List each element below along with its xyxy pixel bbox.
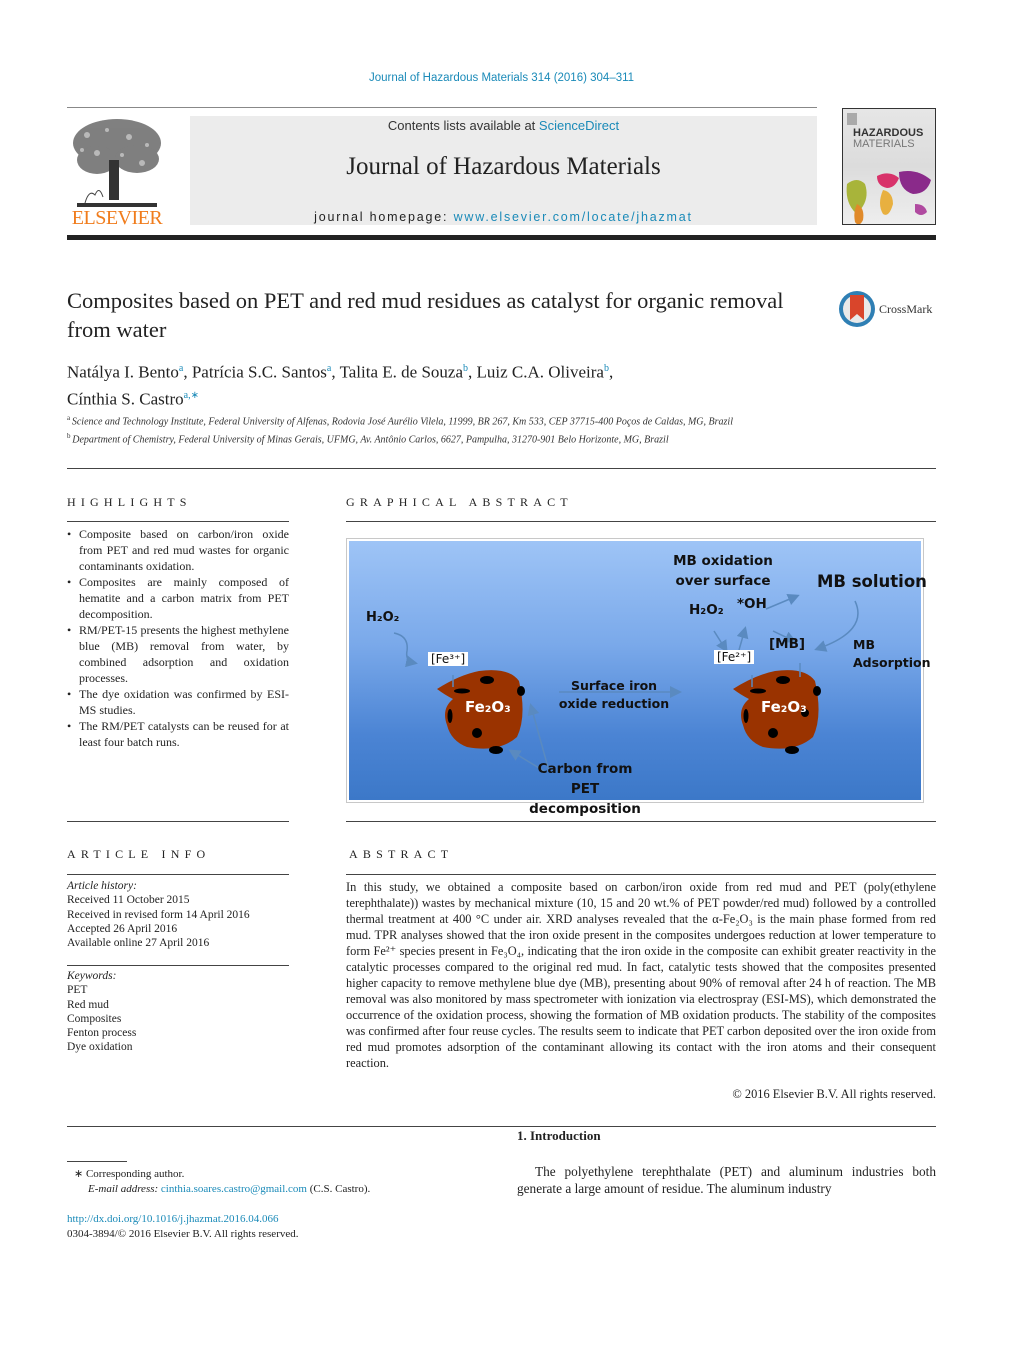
journal-homepage: journal homepage: www.elsevier.com/locat… xyxy=(314,210,693,224)
affiliation-b: b Department of Chemistry, Federal Unive… xyxy=(67,432,669,446)
doi-block: http://dx.doi.org/10.1016/j.jhazmat.2016… xyxy=(67,1212,299,1242)
header-thick-rule xyxy=(67,235,936,240)
ga-label-mb-adsorption: MB Adsorption xyxy=(853,637,931,670)
abstract-text: In this study, we obtained a composite b… xyxy=(346,880,936,1070)
abstract-rule xyxy=(346,874,936,875)
history-entry: Received 11 October 2015 xyxy=(67,894,190,907)
contents-line: Contents lists available at ScienceDirec… xyxy=(387,118,620,133)
author-email-link[interactable]: cinthia.soares.castro@gmail.com xyxy=(161,1183,307,1195)
introduction-text: The polyethylene terephthalate (PET) and… xyxy=(517,1164,936,1196)
history-entry: Available online 27 April 2016 xyxy=(67,937,210,950)
author-name[interactable]: Natálya I. Bento xyxy=(67,363,179,382)
ga-label-fe2o3-right: Fe₂O₃ xyxy=(761,698,807,716)
email-label: E-mail address: xyxy=(88,1183,161,1195)
highlight-item: Composites are mainly composed of hemati… xyxy=(67,574,289,622)
keyword-item[interactable]: Red mud xyxy=(67,998,289,1012)
introduction-heading: 1. Introduction xyxy=(517,1128,601,1143)
ga-label-carbon-pet: Carbon from PET decomposition xyxy=(529,761,641,817)
elsevier-logo[interactable]: ELSEVIER xyxy=(67,115,167,229)
ga-label-surface-reduction: Surface iron oxide reduction xyxy=(558,678,670,711)
keyword-item[interactable]: PET xyxy=(67,983,289,997)
author-affiliation-marker[interactable]: a xyxy=(327,363,331,374)
author-name[interactable]: Patrícia S.C. Santos xyxy=(192,363,327,382)
author-affiliation-marker[interactable]: a,∗ xyxy=(184,390,199,401)
ga-label-fe2o3-left: Fe₂O₃ xyxy=(465,698,511,716)
author-affiliation-marker[interactable]: a xyxy=(179,363,183,374)
highlight-item: RM/PET-15 presents the highest methylene… xyxy=(67,622,289,686)
journal-homepage-link[interactable]: www.elsevier.com/locate/jhazmat xyxy=(454,210,693,224)
highlight-item: The RM/PET catalysts can be reused for a… xyxy=(67,718,289,750)
highlight-item: Composite based on carbon/iron oxide fro… xyxy=(67,526,289,574)
issn-line: 0304-3894/© 2016 Elsevier B.V. All right… xyxy=(67,1228,299,1240)
article-title: Composites based on PET and red mud resi… xyxy=(67,288,784,342)
journal-citation-link[interactable]: Journal of Hazardous Materials 314 (2016… xyxy=(0,72,1003,84)
abstract-heading: ABSTRACT xyxy=(349,847,454,861)
section-divider xyxy=(67,468,936,469)
history-entry: Received in revised form 14 April 2016 xyxy=(67,908,250,921)
article-info-top-rule xyxy=(67,821,289,822)
author-name[interactable]: Talita E. de Souza xyxy=(340,363,463,382)
corresponding-author-footnote: ∗ Corresponding author. E-mail address: … xyxy=(74,1167,370,1197)
keyword-item[interactable]: Composites xyxy=(67,1012,289,1026)
keywords-rule xyxy=(67,965,289,966)
keywords: Keywords: PET Red mud Composites Fenton pro… xyxy=(67,969,289,1055)
abstract-top-rule xyxy=(346,821,936,822)
ga-label-mb-bracket: [MB] xyxy=(769,636,806,652)
cover-logo-icon xyxy=(847,113,857,125)
highlights-rule xyxy=(67,521,289,522)
author-affiliation-marker[interactable]: b xyxy=(604,363,609,374)
elsevier-wordmark: ELSEVIER xyxy=(71,207,163,229)
keywords-label: Keywords: xyxy=(67,970,117,982)
ga-label-fe3: [Fe³⁺] xyxy=(428,652,469,666)
crossmark-badge[interactable]: CrossMark xyxy=(838,290,938,330)
body-divider xyxy=(67,1126,936,1127)
article-info-heading: ARTICLE INFO xyxy=(67,847,211,861)
ga-label-mb-solution: MB solution xyxy=(817,572,927,591)
author-name[interactable]: Cínthia S. Castro xyxy=(67,389,184,408)
email-suffix: (C.S. Castro). xyxy=(306,1183,371,1195)
affiliation-a: a Science and Technology Institute, Fede… xyxy=(67,414,733,428)
ga-label-h2o2-left: H₂O₂ xyxy=(366,610,400,625)
world-map-graphic xyxy=(846,171,931,224)
ga-label-fe2: [Fe²⁺] xyxy=(714,650,755,664)
ga-label-oh-radical: *OH xyxy=(737,596,767,612)
affiliations: a Science and Technology Institute, Fede… xyxy=(67,411,827,448)
author-name[interactable]: Luiz C.A. Oliveira xyxy=(477,363,604,382)
author-list: Natálya I. Bentoa, Patrícia S.C. Santosa… xyxy=(67,362,614,409)
highlights-list: Composite based on carbon/iron oxide fro… xyxy=(67,526,289,750)
highlight-item: The dye oxidation was confirmed by ESI-M… xyxy=(67,686,289,718)
highlights-heading: HIGHLIGHTS xyxy=(67,495,192,509)
journal-title: Journal of Hazardous Materials xyxy=(346,153,661,180)
crossmark-label: CrossMark xyxy=(879,302,933,316)
article-history: Article history: Received 11 October 201… xyxy=(67,879,289,950)
abstract-copyright: © 2016 Elsevier B.V. All rights reserved… xyxy=(732,1087,936,1101)
crossmark-icon xyxy=(839,291,875,327)
article-info-rule xyxy=(67,874,289,875)
header-divider xyxy=(67,107,817,108)
ga-label-mb-oxidation: MB oxidation over surface xyxy=(673,553,773,589)
ga-label-h2o2-right: H₂O₂ xyxy=(689,602,724,618)
graphical-abstract-heading: GRAPHICAL ABSTRACT xyxy=(346,495,573,509)
keyword-item[interactable]: Fenton process xyxy=(67,1026,289,1040)
history-entry: Accepted 26 April 2016 xyxy=(67,922,178,935)
journal-cover-image[interactable]: HAZARDOUS MATERIALS xyxy=(842,108,936,225)
cover-title-line2: MATERIALS xyxy=(853,138,915,150)
graphical-abstract-panel: H₂O₂ [Fe³⁺] Fe₂O₃ Surface iron oxide red… xyxy=(349,541,931,817)
sciencedirect-link[interactable]: ScienceDirect xyxy=(539,118,619,133)
graphical-abstract-figure[interactable]: H₂O₂ [Fe³⁺] Fe₂O₃ Surface iron oxide red… xyxy=(346,538,931,817)
footnote-rule xyxy=(67,1161,127,1162)
keyword-item[interactable]: Dye oxidation xyxy=(67,1040,289,1054)
graphical-abstract-rule xyxy=(346,521,936,522)
author-affiliation-marker[interactable]: b xyxy=(463,363,468,374)
corresponding-author-label: ∗ Corresponding author. xyxy=(74,1168,185,1180)
article-history-label: Article history: xyxy=(67,880,137,892)
doi-link[interactable]: http://dx.doi.org/10.1016/j.jhazmat.2016… xyxy=(67,1213,279,1225)
